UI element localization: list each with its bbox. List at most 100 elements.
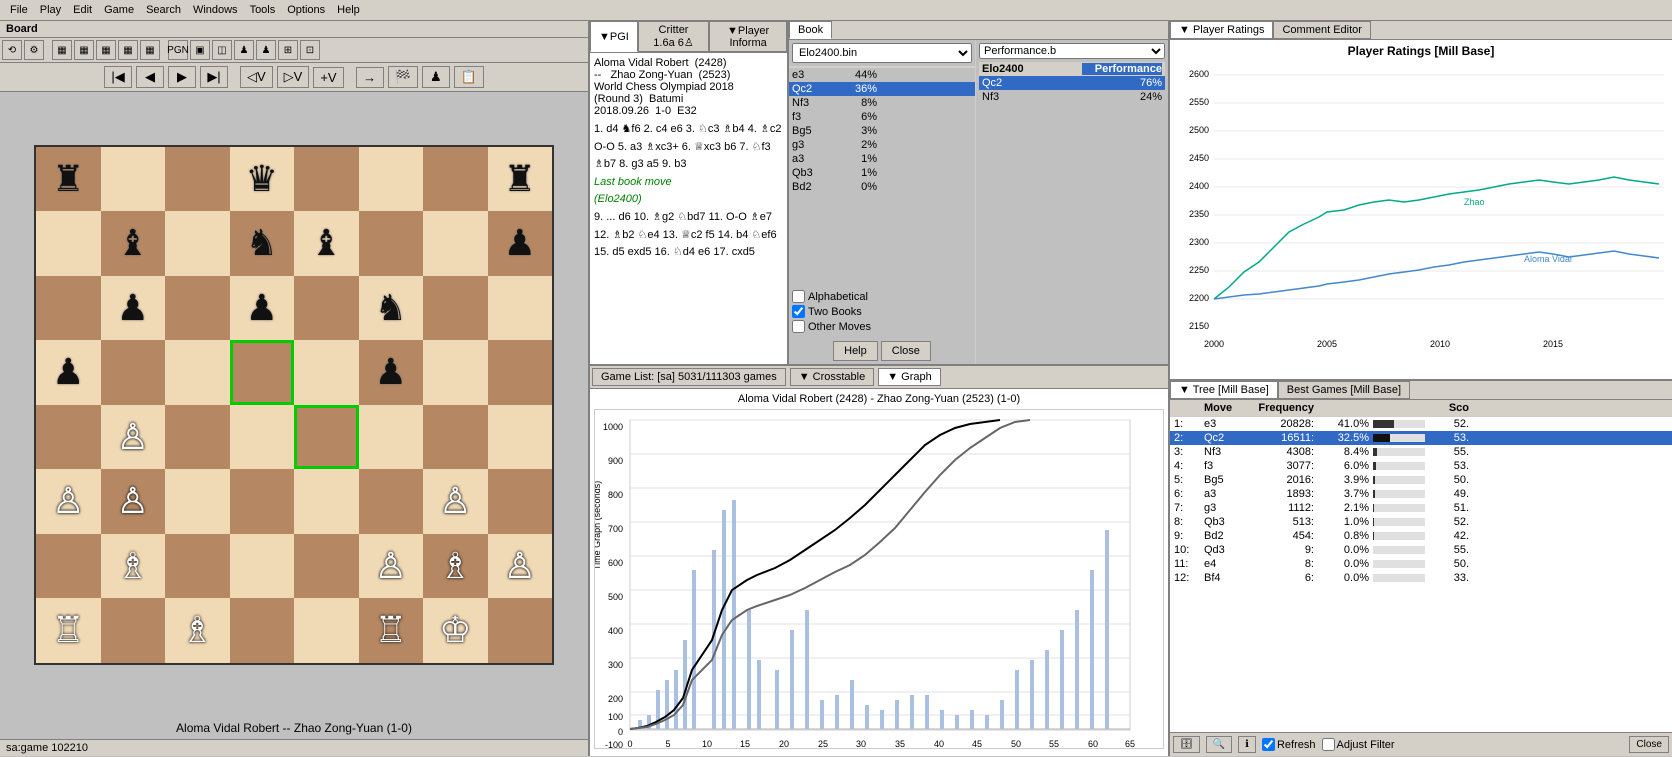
square-g4[interactable] [423,405,488,470]
cb-alphabetical-input[interactable] [792,290,805,303]
square-a6[interactable] [36,276,101,341]
square-h1[interactable] [488,598,553,663]
square-a4[interactable] [36,405,101,470]
square-a1[interactable]: ♖ [36,598,101,663]
square-e7[interactable]: ♝ [294,211,359,276]
nav-var-prev[interactable]: ◁V [240,66,273,88]
nav-piece[interactable]: ♟ [422,66,450,88]
nav-clip[interactable]: 📋 [454,66,484,88]
square-e4[interactable] [294,405,359,470]
square-d5[interactable] [230,340,295,405]
cb-refresh-label[interactable]: Refresh [1262,738,1316,751]
tree-row-Nf3[interactable]: 3: Nf3 4308: 8.4% 55. [1170,445,1672,459]
tab-graph[interactable]: ▼ Graph [878,368,941,386]
menu-search[interactable]: Search [140,2,187,18]
square-g3[interactable]: ♙ [423,469,488,534]
tb-b2[interactable]: ▦ [74,40,94,60]
nav-end[interactable]: ▶| [200,66,228,88]
square-d4[interactable] [230,405,295,470]
menu-game[interactable]: Game [98,2,140,18]
square-a7[interactable] [36,211,101,276]
square-a3[interactable]: ♙ [36,469,101,534]
tb-b6[interactable]: ▣ [190,40,210,60]
square-c4[interactable] [165,405,230,470]
tab-gamelist[interactable]: Game List: [sa] 5031/111303 games [592,368,786,386]
menu-play[interactable]: Play [34,2,67,18]
menu-tools[interactable]: Tools [244,2,282,18]
tb-b9[interactable]: ♟ [256,40,276,60]
menu-edit[interactable]: Edit [67,2,98,18]
book-row-Qc2[interactable]: Qc236% [789,82,975,96]
square-f8[interactable] [359,147,424,212]
square-c1[interactable]: ♗ [165,598,230,663]
cb-other-moves-input[interactable] [792,320,805,333]
tree-search-btn[interactable]: 🔍 [1206,736,1232,753]
tab-best-games[interactable]: Best Games [Mill Base] [1278,381,1410,399]
cb-other-moves[interactable]: Other Moves [792,320,972,333]
tab-book[interactable]: Book [789,21,832,39]
book-row-Bd2[interactable]: Bd20% [789,180,975,194]
tb-pgn[interactable]: PGN [168,40,188,60]
tab-player[interactable]: ▼Player Informa [709,21,787,52]
book-close-btn[interactable]: Close [881,341,931,361]
tree-row-f3[interactable]: 4: f3 3077: 6.0% 53. [1170,459,1672,473]
tb-config[interactable]: ⚙ [24,40,44,60]
book-help-btn[interactable]: Help [833,341,878,361]
square-g6[interactable] [423,276,488,341]
cb-adjust-label[interactable]: Adjust Filter [1322,738,1395,751]
cb-refresh[interactable] [1262,738,1275,751]
tb-b3[interactable]: ▦ [96,40,116,60]
square-g8[interactable] [423,147,488,212]
cb-two-books-input[interactable] [792,305,805,318]
square-d2[interactable] [230,534,295,599]
tab-pgi[interactable]: ▼PGI [590,21,638,52]
square-b1[interactable] [101,598,166,663]
cb-two-books[interactable]: Two Books [792,305,972,318]
tree-row-Bf4[interactable]: 12: Bf4 6: 0.0% 33. [1170,571,1672,585]
tb-flip[interactable]: ⟲ [2,40,22,60]
square-d7[interactable]: ♞ [230,211,295,276]
square-c2[interactable] [165,534,230,599]
square-e2[interactable] [294,534,359,599]
perf-row-qc2[interactable]: Qc276% [979,76,1165,90]
nav-var-plus[interactable]: +V [313,67,343,88]
square-d6[interactable]: ♟ [230,276,295,341]
perf-row-nf3[interactable]: Nf324% [979,90,1165,104]
square-e1[interactable] [294,598,359,663]
nav-start[interactable]: |◀ [104,66,132,88]
tree-info-btn[interactable]: ℹ [1238,736,1256,753]
square-b6[interactable]: ♟ [101,276,166,341]
tab-tree[interactable]: ▼ Tree [Mill Base] [1170,381,1278,399]
square-f7[interactable] [359,211,424,276]
square-h6[interactable] [488,276,553,341]
nav-flag[interactable]: 🏁 [388,66,418,88]
square-f2[interactable]: ♙ [359,534,424,599]
square-b7[interactable]: ♝ [101,211,166,276]
square-d1[interactable] [230,598,295,663]
book-row-f3[interactable]: f36% [789,110,975,124]
nav-next[interactable]: ▶ [168,66,196,88]
square-g2[interactable]: ♗ [423,534,488,599]
square-h7[interactable]: ♟ [488,211,553,276]
square-f4[interactable] [359,405,424,470]
tree-row-Bg5[interactable]: 5: Bg5 2016: 3.9% 50. [1170,473,1672,487]
tb-b1[interactable]: ▦ [52,40,72,60]
tree-db-btn[interactable]: 🗄 [1173,736,1200,753]
tree-row-e4[interactable]: 11: e4 8: 0.0% 50. [1170,557,1672,571]
book-row-Bg5[interactable]: Bg53% [789,124,975,138]
square-g7[interactable] [423,211,488,276]
tab-critter[interactable]: Critter 1.6a 6♙ [638,21,709,52]
tree-row-a3[interactable]: 6: a3 1893: 3.7% 49. [1170,487,1672,501]
square-b8[interactable] [101,147,166,212]
perf-db-select[interactable]: Performance.b [979,43,1165,59]
tree-row-e3[interactable]: 1: e3 20828: 41.0% 52. [1170,417,1672,431]
square-h4[interactable] [488,405,553,470]
square-c7[interactable] [165,211,230,276]
square-f3[interactable] [359,469,424,534]
book-row-Qb3[interactable]: Qb31% [789,166,975,180]
nav-arrow[interactable]: → [356,67,384,88]
square-c6[interactable] [165,276,230,341]
square-c8[interactable] [165,147,230,212]
chess-board[interactable]: ♜♛♜♝♞♝♟♟♟♞♟♟♙♙♙♙♗♙♗♙♖♗♖♔ [34,145,554,665]
tb-b10[interactable]: ⊞ [278,40,298,60]
